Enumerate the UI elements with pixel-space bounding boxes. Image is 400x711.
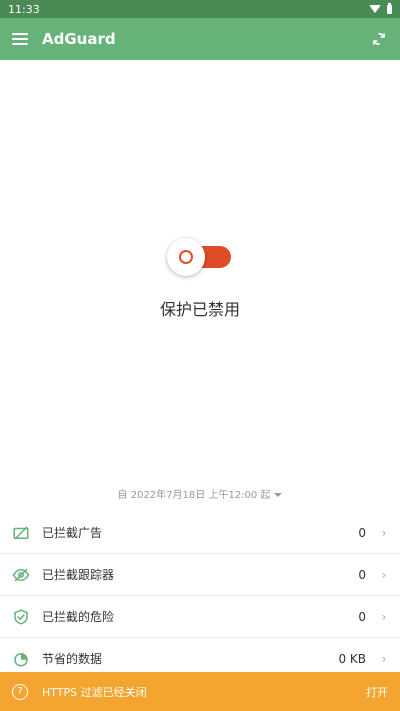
stat-row-ads[interactable]: 已拦截广告 0 › [0, 512, 400, 554]
chevron-right-icon: › [381, 609, 387, 624]
menu-icon[interactable] [12, 33, 28, 45]
stat-row-trackers[interactable]: 已拦截跟踪器 0 › [0, 554, 400, 596]
status-time: 11:33 [8, 2, 40, 16]
stat-value: 0 [358, 609, 366, 624]
data-saved-icon [14, 652, 28, 666]
chevron-right-icon: › [381, 525, 387, 540]
enable-https-button[interactable]: 打开 [366, 684, 388, 700]
question-icon: ? [12, 683, 28, 700]
stat-value: 0 [358, 567, 366, 582]
stat-label: 已拦截跟踪器 [42, 568, 115, 582]
stat-label: 已拦截的危险 [42, 610, 115, 624]
chevron-right-icon: › [381, 651, 387, 666]
status-icons [369, 2, 392, 14]
dropdown-arrow-icon [274, 493, 283, 497]
stat-row-threats[interactable]: 已拦截的危险 0 › [0, 596, 400, 638]
protection-toggle[interactable] [167, 238, 233, 276]
stat-label: 节省的数据 [42, 652, 103, 666]
battery-icon [387, 2, 392, 14]
refresh-icon[interactable] [370, 30, 388, 48]
protection-status-text: 保护已禁用 [159, 300, 240, 319]
status-bar: 11:33 [0, 0, 400, 18]
ads-blocked-icon [13, 525, 29, 540]
banner-text: HTTPS 过滤已经关闭 [42, 685, 147, 699]
stats-period-text: 自 2022年7月18日 上午12:00 起 [117, 490, 271, 501]
stat-value: 0 KB [338, 651, 366, 666]
chevron-right-icon: › [381, 567, 387, 582]
threats-blocked-icon [14, 608, 28, 625]
trackers-blocked-icon [12, 567, 30, 582]
power-off-icon [179, 250, 193, 264]
app-bar: AdGuard [0, 18, 400, 60]
stats-period-selector[interactable]: 自 2022年7月18日 上午12:00 起 [0, 486, 400, 501]
toggle-knob [167, 238, 205, 276]
stat-label: 已拦截广告 [42, 526, 103, 540]
stat-value: 0 [358, 525, 366, 540]
app-title: AdGuard [42, 30, 116, 48]
https-filtering-banner: ? HTTPS 过滤已经关闭 打开 [0, 672, 400, 711]
wifi-icon [369, 5, 381, 13]
stats-list: 已拦截广告 0 › 已拦截跟踪器 0 › 已拦截的危险 0 › 节省的数据 0 … [0, 512, 400, 680]
